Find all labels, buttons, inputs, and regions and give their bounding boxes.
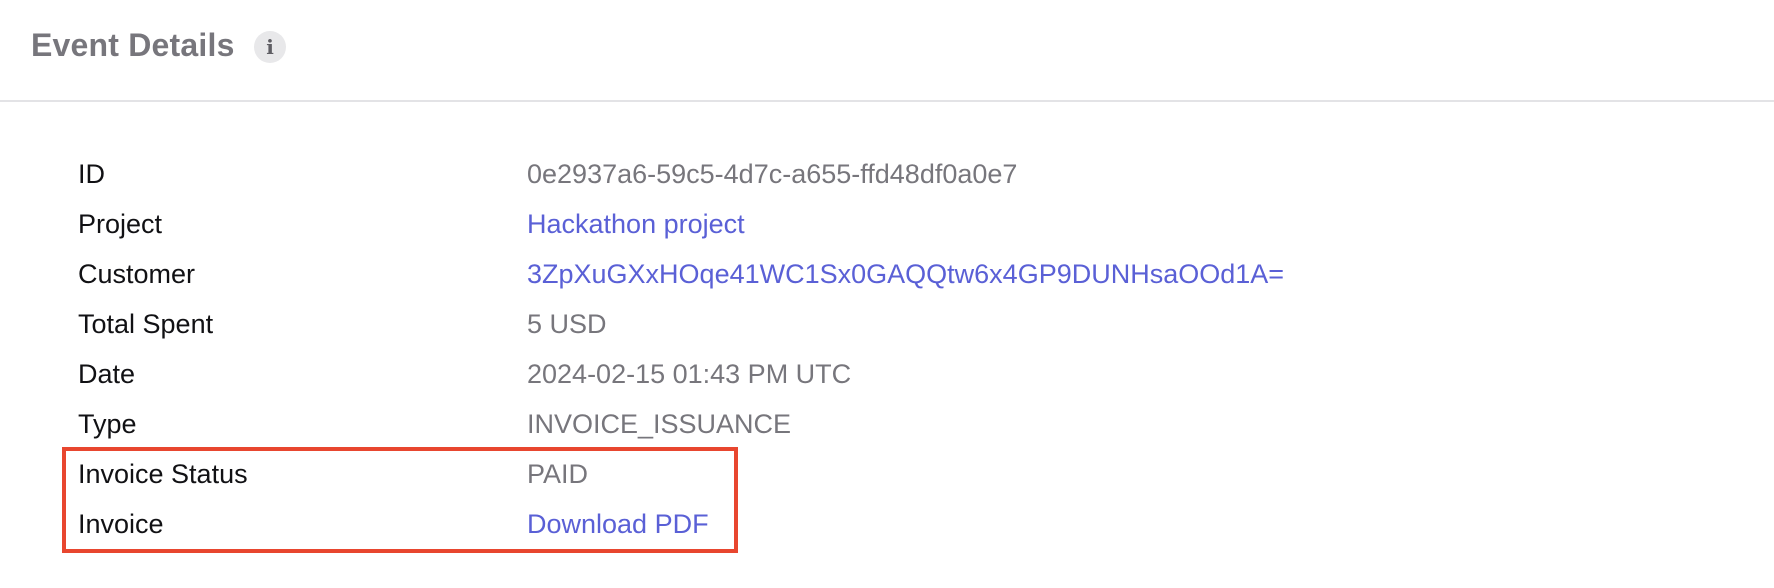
detail-row-total-spent: Total Spent 5 USD	[0, 299, 1774, 349]
detail-label-total-spent: Total Spent	[78, 309, 214, 339]
customer-link[interactable]: 3ZpXuGXxHOqe41WC1Sx0GAQQtw6x4GP9DUNHsaOO…	[527, 249, 1284, 299]
detail-row-date: Date 2024-02-15 01:43 PM UTC	[0, 349, 1774, 399]
detail-label-project: Project	[78, 209, 163, 239]
card-header: Event Details i	[0, 0, 1774, 102]
detail-value-id: 0e2937a6-59c5-4d7c-a655-ffd48df0a0e7	[527, 159, 1018, 189]
detail-label-customer: Customer	[78, 259, 196, 289]
project-link[interactable]: Hackathon project	[527, 199, 745, 249]
info-icon[interactable]: i	[254, 31, 286, 63]
page-title: Event Details	[31, 27, 235, 63]
detail-label-date: Date	[78, 359, 136, 389]
detail-row-project: Project Hackathon project	[0, 199, 1774, 249]
detail-label-type: Type	[78, 409, 137, 439]
detail-value-total-spent: 5 USD	[527, 309, 607, 339]
detail-row-customer: Customer 3ZpXuGXxHOqe41WC1Sx0GAQQtw6x4GP…	[0, 249, 1774, 299]
highlight-annotation-box	[62, 447, 738, 553]
detail-label-id: ID	[78, 159, 105, 189]
detail-row-id: ID 0e2937a6-59c5-4d7c-a655-ffd48df0a0e7	[0, 149, 1774, 199]
event-details-card: Event Details i ID 0e2937a6-59c5-4d7c-a6…	[0, 0, 1774, 588]
detail-value-type: INVOICE_ISSUANCE	[527, 409, 792, 439]
detail-row-type: Type INVOICE_ISSUANCE	[0, 399, 1774, 449]
detail-value-date: 2024-02-15 01:43 PM UTC	[527, 359, 852, 389]
